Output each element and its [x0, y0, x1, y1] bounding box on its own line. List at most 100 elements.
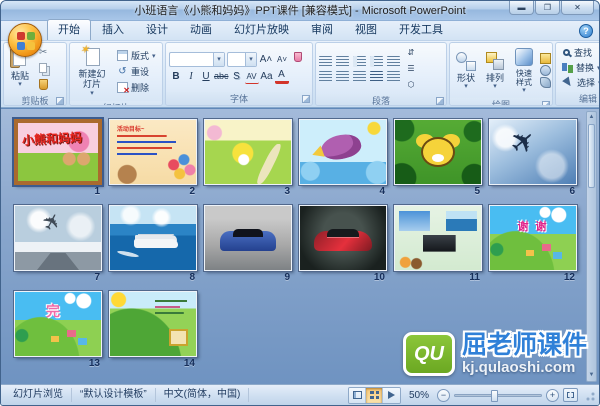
- font-color-button[interactable]: A: [274, 69, 289, 84]
- minimize-button[interactable]: ▬: [509, 1, 534, 15]
- tab-0[interactable]: 开始: [47, 19, 91, 40]
- font-name-dropdown-arrow[interactable]: ▾: [213, 52, 224, 66]
- status-view-mode[interactable]: 幻灯片浏览: [5, 388, 72, 402]
- tab-6[interactable]: 视图: [344, 19, 388, 40]
- slide-thumbnail-13[interactable]: 完: [13, 290, 103, 358]
- align-center-button[interactable]: [336, 70, 349, 82]
- slideshow-icon: [388, 391, 395, 399]
- align-left-button[interactable]: [319, 70, 332, 82]
- format-painter-button[interactable]: [36, 77, 53, 92]
- slide-number: 4: [379, 186, 385, 197]
- find-button[interactable]: 查找: [559, 45, 599, 60]
- copy-button[interactable]: [36, 61, 53, 76]
- arrange-button[interactable]: 排列 ▾: [482, 49, 508, 92]
- bold-button[interactable]: B: [169, 69, 183, 84]
- numbering-button[interactable]: [336, 55, 349, 67]
- slide-thumbnail-10[interactable]: [298, 204, 388, 272]
- shrink-font-button[interactable]: A˅: [275, 52, 289, 67]
- drawing-dialog-launcher[interactable]: [542, 101, 550, 105]
- slide-thumbnail-6[interactable]: [488, 118, 578, 186]
- shape-effects-button[interactable]: [540, 77, 551, 89]
- font-name-combo[interactable]: ▾: [169, 51, 225, 67]
- paste-label: 粘贴: [10, 70, 29, 81]
- font-size-combo[interactable]: ▾: [227, 51, 257, 67]
- bullets-button[interactable]: [319, 55, 332, 67]
- font-size-dropdown-arrow[interactable]: ▾: [245, 52, 256, 66]
- align-text-button[interactable]: ☰: [404, 61, 418, 76]
- grow-font-button[interactable]: A˄: [259, 52, 273, 67]
- text-shadow-button[interactable]: S: [230, 69, 244, 84]
- paragraph-dialog-launcher[interactable]: [436, 97, 444, 105]
- character-spacing-button[interactable]: AV: [244, 69, 259, 84]
- zoom-out-button[interactable]: −: [437, 388, 450, 402]
- clipboard-dialog-launcher[interactable]: [56, 97, 64, 105]
- zoom-slider-thumb[interactable]: [491, 389, 499, 402]
- slide-thumbnail-11[interactable]: [393, 204, 483, 272]
- zoom-level[interactable]: 50%: [405, 390, 433, 401]
- text-direction-button[interactable]: ⇵: [404, 45, 418, 60]
- status-language[interactable]: 中文(简体，中国): [156, 388, 250, 402]
- decrease-indent-button[interactable]: [353, 55, 366, 67]
- quick-styles-button[interactable]: 快速样式 ▾: [511, 45, 537, 96]
- shapes-icon: [455, 50, 477, 72]
- slide-thumbnail-1[interactable]: 小熊和妈妈: [12, 117, 104, 187]
- increase-indent-button[interactable]: [370, 55, 383, 67]
- new-slide-label: 新建幻灯片: [78, 69, 106, 90]
- shape-fill-button[interactable]: [540, 53, 551, 65]
- delete-icon: [117, 82, 130, 95]
- slide-thumbnail-4[interactable]: [298, 118, 388, 186]
- underline-button[interactable]: U: [199, 69, 213, 84]
- slide-sorter-canvas[interactable]: 小熊和妈妈 1 活动目标~ 2 3 4 5 6 7 8 9 10 11 谢 谢 12 完 13 14 QU 屈老师…: [1, 108, 599, 384]
- zoom-in-button[interactable]: +: [546, 388, 559, 402]
- smartart-convert-button[interactable]: ⬡: [404, 77, 418, 92]
- select-button[interactable]: 选择▾: [559, 75, 599, 90]
- vertical-scrollbar[interactable]: ▲ ▼: [586, 111, 597, 382]
- maximize-button[interactable]: ❐: [535, 1, 560, 15]
- slide-sorter-view-button[interactable]: [366, 387, 383, 403]
- tab-7[interactable]: 开发工具: [388, 19, 454, 40]
- scroll-up-button[interactable]: ▲: [587, 112, 596, 123]
- slide-thumbnail-3[interactable]: [203, 118, 293, 186]
- office-button[interactable]: [8, 23, 42, 57]
- justify-button[interactable]: [370, 70, 383, 82]
- tab-1[interactable]: 插入: [91, 19, 135, 40]
- strikethrough-button[interactable]: abc: [214, 69, 229, 84]
- line-spacing-button[interactable]: [387, 55, 400, 67]
- scissors-icon: ✂: [39, 47, 48, 58]
- tab-3[interactable]: 动画: [179, 19, 223, 40]
- change-case-button[interactable]: Aa: [260, 69, 274, 84]
- resize-grip[interactable]: [585, 388, 595, 402]
- slide-thumbnail-2[interactable]: 活动目标~: [108, 118, 198, 186]
- slide-thumbnail-8[interactable]: [108, 204, 198, 272]
- zoom-slider[interactable]: [454, 389, 542, 402]
- tab-2[interactable]: 设计: [135, 19, 179, 40]
- normal-view-button[interactable]: [349, 387, 366, 403]
- slide-thumbnail-5[interactable]: [393, 118, 483, 186]
- slide-thumbnail-12[interactable]: 谢 谢: [488, 204, 578, 272]
- fit-to-window-button[interactable]: [563, 388, 578, 402]
- tab-4[interactable]: 幻灯片放映: [223, 19, 300, 40]
- shape-outline-button[interactable]: [540, 65, 551, 77]
- clear-formatting-button[interactable]: [291, 51, 305, 67]
- close-button[interactable]: ✕: [561, 1, 594, 15]
- reset-button[interactable]: ↺ 重设: [114, 64, 159, 79]
- columns-button[interactable]: [387, 70, 400, 82]
- slide-thumbnail-7[interactable]: [13, 204, 103, 272]
- slide-thumbnail-14[interactable]: [108, 290, 198, 358]
- slideshow-view-button[interactable]: [383, 387, 400, 403]
- italic-button[interactable]: I: [184, 69, 198, 84]
- font-dialog-launcher[interactable]: [302, 95, 310, 103]
- scroll-down-button[interactable]: ▼: [587, 370, 596, 381]
- layout-button[interactable]: 版式 ▾: [114, 48, 159, 63]
- scrollbar-thumb[interactable]: [588, 124, 595, 188]
- help-button[interactable]: ?: [579, 24, 593, 38]
- shapes-button[interactable]: 形状 ▾: [453, 49, 479, 92]
- new-slide-button[interactable]: ✶ 新建幻灯片 ▾: [73, 44, 111, 99]
- replace-button[interactable]: 替换▾: [559, 60, 599, 75]
- delete-slide-button[interactable]: 删除: [114, 80, 159, 95]
- tab-5[interactable]: 审阅: [300, 19, 344, 40]
- slide-sorter-icon: [369, 391, 379, 399]
- slide-thumbnail-9[interactable]: [203, 204, 293, 272]
- status-design-template[interactable]: “默认设计模板”: [72, 388, 156, 402]
- align-right-button[interactable]: [353, 70, 366, 82]
